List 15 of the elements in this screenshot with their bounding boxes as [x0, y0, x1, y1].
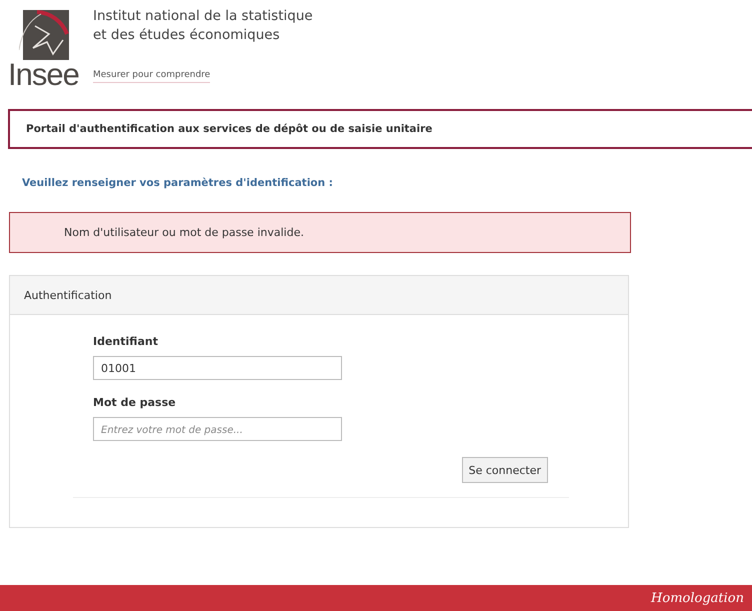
institution-name: et des études économiques [93, 26, 280, 45]
input-field[interactable]: Entrez votre mot de passe... [93, 417, 342, 441]
panel-header: Authentification [10, 276, 628, 315]
institution-name: Institut national de la statistique [93, 7, 313, 26]
input-field[interactable]: 01001 [93, 356, 342, 380]
error-message: Nom d'utilisateur ou mot de passe invalide. [9, 212, 631, 253]
tagline: Mesurer pour comprendre [93, 70, 210, 83]
environment-label: Homologation [651, 590, 744, 606]
field-label: Mot de passe [93, 396, 177, 409]
logo-text: Insee [8, 62, 79, 88]
instruction-text: Veuillez renseigner vos paramètres d'identification : [22, 177, 334, 189]
portal-banner: Portail d'authentification aux services de dépôt ou de saisie unitaire [8, 109, 752, 149]
login-button[interactable]: Se connecter [462, 457, 548, 483]
field-label: Identifiant [93, 335, 159, 348]
logo-icon [19, 10, 69, 60]
